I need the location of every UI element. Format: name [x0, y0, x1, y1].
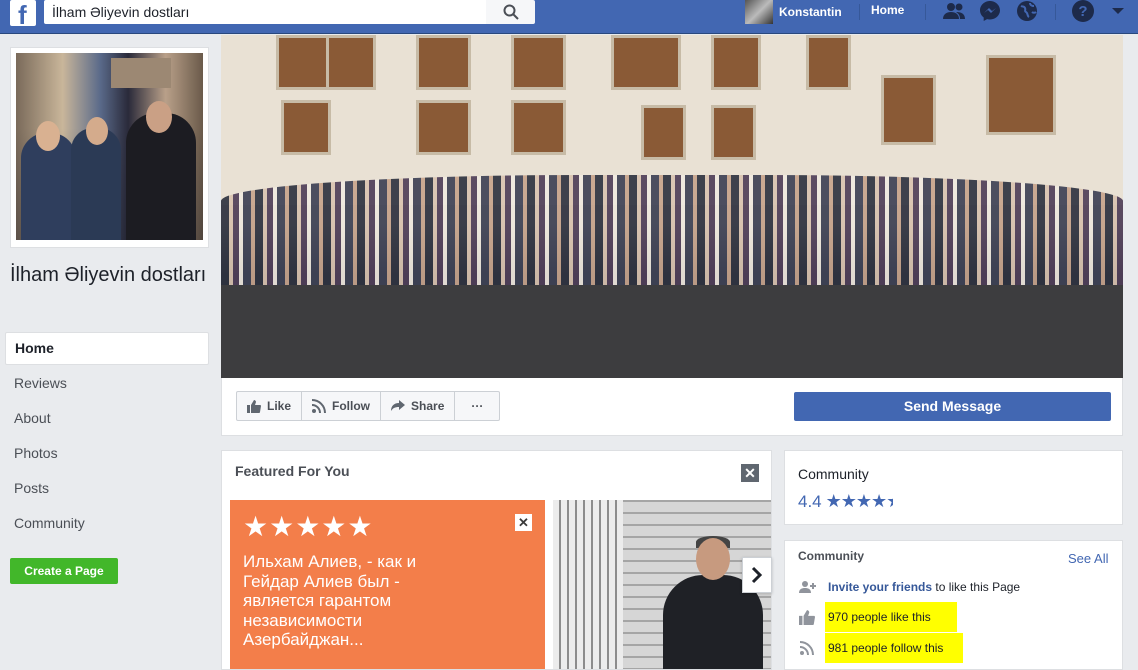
- nav-item-home[interactable]: Home: [5, 332, 209, 365]
- like-button[interactable]: Like: [237, 392, 303, 420]
- rss-icon: [798, 641, 816, 655]
- avatar: [745, 0, 773, 24]
- user-name: Konstantin: [779, 5, 842, 19]
- community-rating-title: Community: [798, 466, 869, 482]
- chevron-right-icon: [751, 566, 763, 584]
- rating-value: 4.4: [798, 491, 822, 511]
- search-icon: [503, 4, 519, 20]
- profile-picture[interactable]: [10, 47, 209, 248]
- nav-item-photos[interactable]: Photos: [5, 437, 209, 472]
- invite-row: Invite your friends to like this Page: [798, 575, 1020, 599]
- share-button[interactable]: Share: [381, 392, 456, 420]
- invite-friends-icon: [798, 580, 816, 594]
- send-message-button[interactable]: Send Message: [794, 392, 1111, 421]
- community-panel: Community See All Invite your friends to…: [784, 540, 1123, 670]
- page-navigation: Home Reviews About Photos Posts Communit…: [5, 332, 209, 542]
- rss-icon: [312, 399, 327, 413]
- divider: [1055, 4, 1056, 20]
- featured-title: Featured For You: [235, 463, 350, 479]
- likes-row: 970 people like this: [798, 602, 957, 632]
- review-text: Ильхам Алиев, - как и Гейдар Алиев был -…: [243, 552, 417, 649]
- globe-icon[interactable]: [1014, 0, 1040, 22]
- profile-photo: [16, 53, 203, 240]
- follows-count: 981 people follow this: [825, 633, 964, 663]
- divider: [925, 4, 926, 20]
- like-label: Like: [267, 399, 292, 413]
- follow-button[interactable]: Follow: [302, 392, 382, 420]
- invite-text: to like this Page: [935, 580, 1021, 594]
- nav-item-community[interactable]: Community: [5, 507, 209, 542]
- more-options-button[interactable]: ···: [455, 392, 499, 420]
- rating-stars-icon: ★★★★★: [825, 491, 894, 511]
- rating-summary[interactable]: 4.4 ★★★★★: [798, 491, 893, 512]
- more-dots-icon: ···: [471, 399, 484, 413]
- follow-label: Follow: [332, 399, 371, 413]
- nav-item-posts[interactable]: Posts: [5, 472, 209, 507]
- invite-friends-link[interactable]: Invite your friends: [828, 580, 932, 594]
- carousel-next-button[interactable]: [742, 557, 772, 593]
- featured-for-you-panel: Featured For You ✕ ★★★★★ ✕ Ильхам Алиев,…: [221, 450, 772, 670]
- thumbs-up-icon: [798, 609, 816, 625]
- follows-row: 981 people follow this: [798, 633, 964, 663]
- messenger-icon[interactable]: [977, 0, 1003, 22]
- nav-item-reviews[interactable]: Reviews: [5, 367, 209, 402]
- page-action-bar: Like Follow Share ··· Send Message: [221, 378, 1123, 436]
- search-input[interactable]: İlham Əliyevin dostları: [44, 0, 486, 24]
- profile-link[interactable]: Konstantin: [745, 0, 842, 24]
- five-star-rating: ★★★★★: [243, 511, 374, 542]
- cover-photo[interactable]: [221, 35, 1123, 378]
- likes-count: 970 people like this: [825, 602, 957, 632]
- review-card[interactable]: ★★★★★ ✕ Ильхам Алиев, - как и Гейдар Али…: [230, 500, 545, 669]
- friends-icon[interactable]: [941, 0, 967, 22]
- home-link[interactable]: Home: [871, 3, 904, 17]
- community-rating-panel: Community 4.4 ★★★★★: [784, 450, 1123, 525]
- card-close-icon[interactable]: ✕: [515, 514, 532, 531]
- search-button[interactable]: [486, 0, 535, 24]
- page-title[interactable]: İlham Əliyevin dostları: [10, 262, 210, 288]
- create-page-button[interactable]: Create a Page: [10, 558, 118, 584]
- dropdown-arrow-icon[interactable]: [1105, 0, 1131, 22]
- nav-item-about[interactable]: About: [5, 402, 209, 437]
- svg-text:?: ?: [1078, 3, 1087, 20]
- community-title: Community: [798, 549, 864, 563]
- share-arrow-icon: [391, 400, 406, 411]
- top-navigation-bar: f İlham Əliyevin dostları Konstantin Hom…: [0, 0, 1138, 34]
- facebook-logo-icon[interactable]: f: [10, 0, 36, 30]
- share-label: Share: [411, 399, 445, 413]
- help-icon[interactable]: ?: [1070, 0, 1096, 22]
- featured-photo-card[interactable]: [553, 500, 771, 669]
- see-all-link[interactable]: See All: [1068, 551, 1108, 566]
- divider: [859, 4, 860, 20]
- page-actions: Like Follow Share ···: [236, 391, 501, 421]
- thumbs-up-icon: [247, 400, 261, 413]
- close-icon[interactable]: ✕: [741, 464, 759, 482]
